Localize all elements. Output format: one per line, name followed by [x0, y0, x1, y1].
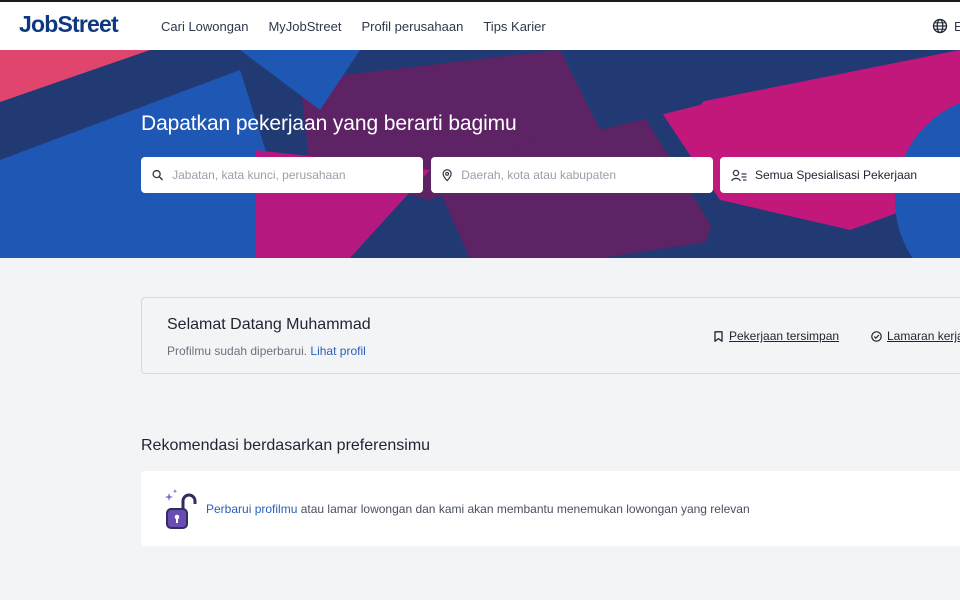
nav-myjobstreet[interactable]: MyJobStreet: [268, 19, 341, 34]
person-list-icon: [731, 169, 747, 181]
hero-banner: Dapatkan pekerjaan yang berarti bagimu S…: [0, 50, 960, 258]
keyword-input[interactable]: [172, 168, 423, 182]
applied-jobs-link[interactable]: Lamaran kerja: [871, 329, 960, 343]
search-icon: [152, 169, 163, 181]
hero-title: Dapatkan pekerjaan yang berarti bagimu: [141, 112, 517, 135]
nav-cari-lowongan[interactable]: Cari Lowongan: [161, 19, 248, 34]
location-pin-icon: [442, 168, 452, 181]
view-profile-link[interactable]: Lihat profil: [310, 344, 365, 358]
nav-tips-karier[interactable]: Tips Karier: [483, 19, 545, 34]
top-navigation-bar: JobStreet Cari Lowongan MyJobStreet Prof…: [0, 0, 960, 50]
saved-jobs-label: Pekerjaan tersimpan: [729, 329, 840, 343]
location-search-field[interactable]: [431, 157, 713, 193]
unlock-sparkle-icon: [165, 489, 197, 529]
recommendations-body: atau lamar lowongan dan kami akan memban…: [300, 502, 750, 516]
welcome-card: Selamat Datang Muhammad Profilmu sudah d…: [141, 297, 960, 374]
language-label: E: [954, 18, 960, 34]
language-selector[interactable]: E: [932, 18, 960, 34]
keyword-search-field[interactable]: [141, 157, 423, 193]
applied-jobs-label: Lamaran kerja: [887, 329, 960, 343]
recommendations-card: Perbarui profilmu atau lamar lowongan da…: [141, 471, 960, 546]
bookmark-icon: [714, 330, 723, 342]
check-circle-icon: [871, 330, 882, 342]
globe-icon: [932, 18, 948, 34]
nav-profil-perusahaan[interactable]: Profil perusahaan: [361, 19, 463, 34]
welcome-subtitle: Profilmu sudah diperbarui. Lihat profil: [167, 344, 366, 358]
main-nav: Cari Lowongan MyJobStreet Profil perusah…: [161, 19, 566, 34]
classification-label: Semua Spesialisasi Pekerjaan: [755, 168, 918, 182]
profile-status-text: Profilmu sudah diperbarui.: [167, 344, 308, 358]
jobstreet-logo[interactable]: JobStreet: [19, 11, 119, 38]
welcome-title: Selamat Datang Muhammad: [167, 316, 371, 333]
recommendations-heading: Rekomendasi berdasarkan preferensimu: [141, 437, 431, 454]
location-input[interactable]: [461, 168, 713, 182]
saved-jobs-link[interactable]: Pekerjaan tersimpan: [713, 329, 839, 343]
recommendations-message: Perbarui profilmu atau lamar lowongan da…: [206, 502, 750, 516]
classification-select[interactable]: Semua Spesialisasi Pekerjaan: [720, 157, 960, 193]
hero-background-shapes: [0, 50, 960, 258]
update-profile-link[interactable]: Perbarui profilmu: [206, 502, 297, 516]
